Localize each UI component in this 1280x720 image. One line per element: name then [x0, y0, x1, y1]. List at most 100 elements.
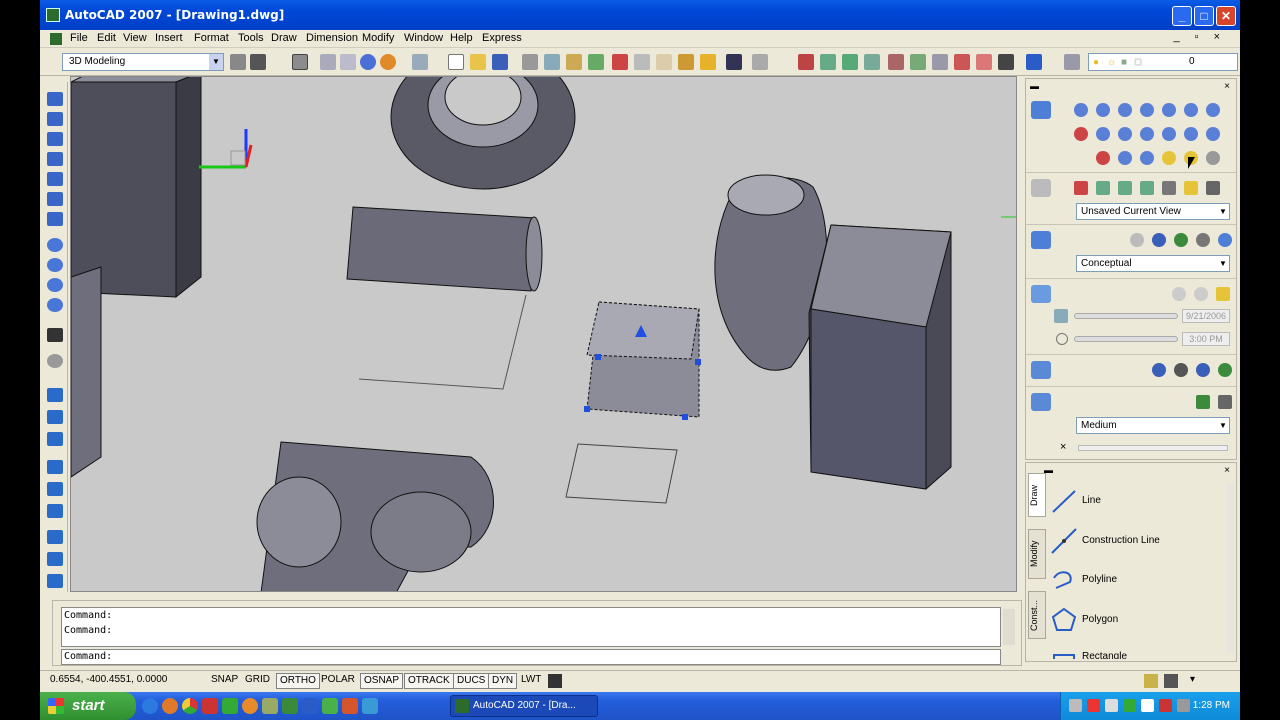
floor-rectangle[interactable]: [565, 443, 678, 504]
usb-icon[interactable]: [1177, 699, 1190, 712]
palette-item-rectangle[interactable]: Rectangle: [1050, 643, 1220, 659]
ortho-toggle[interactable]: ORTHO: [276, 673, 320, 689]
plot-preview-icon[interactable]: [544, 54, 560, 70]
zoom-window-icon[interactable]: [842, 54, 858, 70]
quickcalc-icon[interactable]: [998, 54, 1014, 70]
visual-style-manager-dash-icon[interactable]: [1218, 233, 1232, 247]
render-window-dash-icon[interactable]: [1218, 395, 1232, 409]
tab-draw[interactable]: Draw: [1028, 473, 1046, 517]
cylinder-dash-icon[interactable]: [1184, 103, 1198, 117]
publish-icon[interactable]: [566, 54, 582, 70]
wedge-icon[interactable]: [47, 132, 63, 146]
box-icon[interactable]: [47, 112, 63, 126]
sweep-icon[interactable]: [47, 354, 63, 368]
security-shield-icon[interactable]: [1141, 699, 1154, 712]
render-teapot-dash-icon[interactable]: [1196, 395, 1210, 409]
zoom-previous-icon[interactable]: [864, 54, 880, 70]
tab-modify[interactable]: Modify: [1028, 529, 1046, 579]
redo-icon[interactable]: [752, 54, 768, 70]
plot-icon[interactable]: [522, 54, 538, 70]
cone-icon[interactable]: [47, 152, 63, 166]
tool-palettes-icon[interactable]: [932, 54, 948, 70]
box-solid-lower-left[interactable]: [71, 266, 102, 478]
visual-style-dropdown[interactable]: Conceptual ▼: [1076, 255, 1230, 272]
chrome-icon[interactable]: [182, 698, 198, 714]
geographic-location-dash-icon[interactable]: [1216, 287, 1230, 301]
menu-window[interactable]: Window: [404, 32, 443, 44]
word-icon[interactable]: [302, 698, 318, 714]
lwt-toggle[interactable]: LWT: [518, 673, 544, 689]
sun-status-dash-icon[interactable]: [1172, 287, 1186, 301]
network-icon[interactable]: [1069, 699, 1082, 712]
otrack-toggle[interactable]: OTRACK: [404, 673, 454, 689]
block-editor-icon[interactable]: [700, 54, 716, 70]
sun-properties-dash-icon[interactable]: [1194, 287, 1208, 301]
material-browser-dash-icon[interactable]: [1152, 363, 1166, 377]
menu-express[interactable]: Express: [482, 32, 522, 44]
zoom-realtime-icon[interactable]: [820, 54, 836, 70]
grip-corner-2[interactable]: [682, 414, 688, 420]
pan-icon[interactable]: [798, 54, 814, 70]
palette-item-line[interactable]: Line: [1050, 485, 1220, 519]
date-slider[interactable]: [1074, 313, 1178, 319]
slice-dash-icon[interactable]: [1096, 151, 1110, 165]
pyramid-icon[interactable]: [47, 238, 63, 252]
undo-icon[interactable]: [726, 54, 742, 70]
palette-close-icon[interactable]: ×: [1224, 465, 1230, 476]
subtract-icon[interactable]: [47, 460, 63, 474]
close-button[interactable]: ✕: [1216, 6, 1236, 26]
match-properties-icon[interactable]: [678, 54, 694, 70]
tab-constraints[interactable]: Const...: [1028, 591, 1046, 639]
status-menu-icon[interactable]: ▾: [1190, 674, 1195, 685]
3d-move-icon[interactable]: [47, 504, 63, 518]
union-icon[interactable]: [47, 432, 63, 446]
interfere-dash-icon[interactable]: [1140, 151, 1154, 165]
box-solid-left[interactable]: [71, 81, 177, 298]
grid-toggle[interactable]: GRID: [242, 673, 273, 689]
walk-dash-icon[interactable]: [1162, 181, 1176, 195]
menu-dimension[interactable]: Dimension: [306, 32, 358, 44]
menu-edit[interactable]: Edit: [97, 32, 116, 44]
polar-toggle[interactable]: POLAR: [318, 673, 358, 689]
menu-help[interactable]: Help: [450, 32, 473, 44]
minimize-button[interactable]: _: [1172, 6, 1192, 26]
antivirus-icon[interactable]: [1087, 699, 1100, 712]
box-dash-icon[interactable]: [1096, 103, 1110, 117]
zoom-dash-icon[interactable]: [1096, 181, 1110, 195]
render-preset-dropdown[interactable]: Medium ▼: [1076, 417, 1230, 434]
realistic-dash-icon[interactable]: [1174, 233, 1188, 247]
palette-collapse-icon[interactable]: ▬: [1030, 81, 1039, 91]
quick-launch-icon[interactable]: [262, 698, 278, 714]
wedge-dash-icon[interactable]: [1118, 103, 1132, 117]
wireframe-icon[interactable]: [340, 54, 356, 70]
extrude-icon[interactable]: [47, 298, 63, 312]
layer-dropdown[interactable]: ● ☼ ■ □ 0: [1088, 53, 1238, 71]
3d-align-icon[interactable]: [47, 552, 63, 566]
workspace-settings-icon[interactable]: [230, 54, 246, 70]
sheet-set-icon[interactable]: [954, 54, 970, 70]
torus-dash-icon[interactable]: [1206, 103, 1220, 117]
3d-array-icon[interactable]: [47, 574, 63, 588]
workspace-dropdown[interactable]: 3D Modeling ▼: [62, 53, 224, 71]
palette-item-construction-line[interactable]: Construction Line: [1050, 525, 1220, 559]
maximize-button[interactable]: □: [1194, 6, 1214, 26]
visual-style-icon[interactable]: [1031, 231, 1051, 249]
view-manager-dash-icon[interactable]: [1206, 181, 1220, 195]
pan-dash-icon[interactable]: [1074, 181, 1088, 195]
start-button[interactable]: start: [40, 692, 136, 720]
cone-dash-icon[interactable]: [1140, 103, 1154, 117]
cut-icon[interactable]: [612, 54, 628, 70]
ducs-toggle[interactable]: DUCS: [453, 673, 490, 689]
fly-dash-icon[interactable]: [1184, 181, 1198, 195]
render-panel-icon[interactable]: [1031, 393, 1051, 411]
outlook-icon[interactable]: [362, 698, 378, 714]
command-scrollbar[interactable]: [1003, 609, 1015, 645]
3d-hidden-dash-icon[interactable]: [1152, 233, 1166, 247]
workspace-save-icon[interactable]: [250, 54, 266, 70]
orbit-dash-icon[interactable]: [1118, 181, 1132, 195]
update-icon[interactable]: [1123, 699, 1136, 712]
communication-center-icon[interactable]: [1144, 674, 1158, 688]
highlighted-dash-icon[interactable]: [1162, 151, 1176, 165]
copy-icon[interactable]: [634, 54, 650, 70]
sweep-dash-icon[interactable]: [1118, 127, 1132, 141]
